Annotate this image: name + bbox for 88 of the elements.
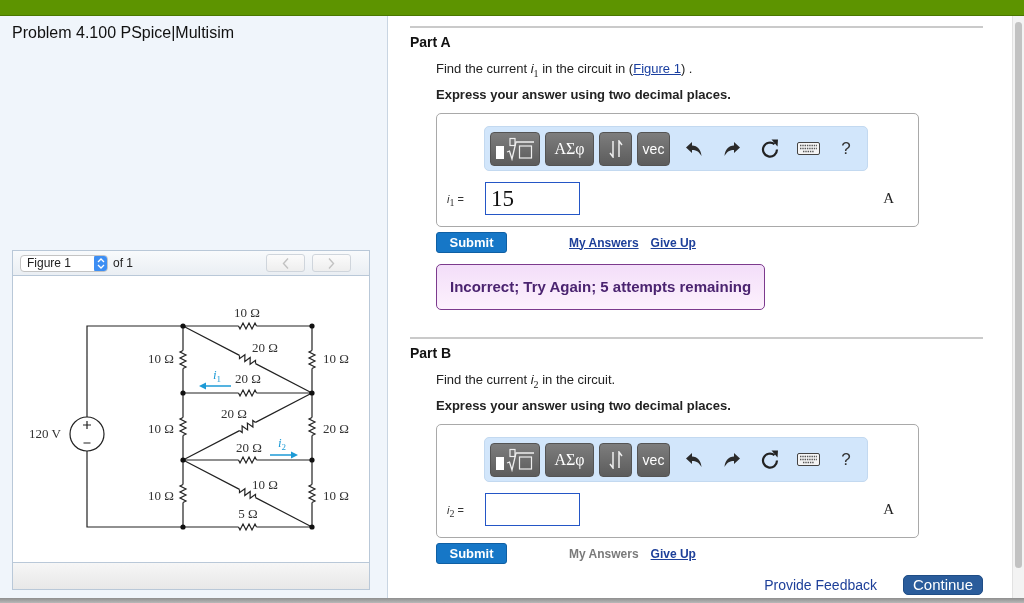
resistor-label: 10 Ω (323, 352, 349, 366)
junction-dot (180, 323, 186, 329)
question-text: Find the current i$_{2}$ in the circuit. (436, 372, 617, 388)
question-text: Find the current i$_{1}$ in the circuit in (Figure 1) . (436, 61, 694, 77)
vector-button[interactable]: vec (637, 131, 670, 166)
resistor-label: 10 Ω (148, 352, 174, 366)
stepper-icon (94, 255, 107, 271)
source-label: 120 V (29, 427, 61, 441)
reset-icon[interactable] (761, 450, 779, 469)
arrows-button[interactable] (599, 442, 632, 477)
resistor-label: 10 Ω (252, 478, 278, 492)
square-root-icon (495, 136, 535, 161)
undo-icon[interactable] (686, 141, 702, 156)
symbols-button[interactable]: ΑΣφ (545, 442, 594, 477)
resistor-symbol (178, 349, 188, 370)
scrollbar-thumb[interactable] (1015, 22, 1022, 568)
junction-dot (180, 524, 186, 530)
square-root-icon (495, 447, 535, 472)
figure-select[interactable]: Figure 1 (20, 254, 108, 272)
give-up-link[interactable]: Give Up (650, 235, 696, 250)
keyboard-icon[interactable] (796, 142, 820, 155)
resistor-symbol (178, 416, 188, 437)
arrows-button[interactable] (599, 131, 632, 166)
resistor-symbol (238, 353, 257, 366)
resistor-symbol (237, 522, 258, 532)
up-down-arrows-icon (608, 139, 623, 158)
templates-button[interactable] (490, 131, 540, 166)
resistor-label: 10 Ω (148, 422, 174, 436)
resistor-label: 10 Ω (148, 489, 174, 503)
resistor-label: 5 Ω (238, 507, 258, 521)
current-arrow (199, 382, 232, 390)
junction-dot (180, 457, 186, 463)
resistor-label: 20 Ω (235, 372, 261, 386)
resistor-label: 10 Ω (234, 306, 260, 320)
chevron-left-icon (282, 257, 289, 269)
resistor-label: 20 Ω (236, 441, 262, 455)
continue-button[interactable]: Continue (903, 575, 983, 595)
submit-button[interactable]: Submit (436, 232, 507, 253)
resistor-label: 20 Ω (221, 407, 247, 421)
part-title: Part A (410, 34, 452, 51)
symbols-button[interactable]: ΑΣφ (545, 131, 594, 166)
reset-icon[interactable] (761, 139, 779, 158)
problem-title: Problem 4.100 PSpice|Multisim (12, 24, 236, 42)
resistor-symbol (307, 349, 317, 370)
resistor-symbol (238, 487, 257, 500)
junction-dot (309, 323, 315, 329)
resistor-label: 10 Ω (323, 489, 349, 503)
instruction-text: Express your answer using two decimal places. (436, 398, 732, 414)
figure-count: of 1 (113, 256, 133, 270)
resistor-symbol (237, 388, 258, 398)
current-arrow (269, 451, 298, 459)
help-button[interactable]: ? (841, 449, 851, 470)
answer-field[interactable]: 15 (485, 182, 580, 215)
junction-dot (309, 524, 315, 530)
junction-dot (309, 390, 315, 396)
my-answers-link[interactable]: My Answers (569, 235, 639, 250)
undo-icon[interactable] (686, 452, 702, 467)
up-down-arrows-icon (608, 450, 623, 469)
resistor-symbol (178, 483, 188, 504)
current-label: i$_{2}$ (277, 435, 287, 455)
figure-link[interactable]: Figure 1 (633, 61, 681, 76)
templates-button[interactable] (490, 442, 540, 477)
instruction-text: Express your answer using two decimal places. (436, 87, 732, 103)
help-button[interactable]: ? (841, 138, 851, 159)
feedback-message: Incorrect; Try Again; 5 attempts remaining (436, 264, 766, 310)
chevron-right-icon (328, 257, 335, 269)
keyboard-icon[interactable] (796, 453, 820, 466)
resistor-label: 20 Ω (252, 341, 278, 355)
resistor-symbol (307, 483, 317, 504)
resistor-symbol (237, 321, 258, 331)
resistor-label: 20 Ω (323, 422, 349, 436)
junction-dot (309, 457, 315, 463)
give-up-link[interactable]: Give Up (650, 546, 696, 561)
provide-feedback-link[interactable]: Provide Feedback (764, 577, 877, 593)
submit-button[interactable]: Submit (436, 543, 507, 564)
unit-label: A (883, 190, 894, 207)
resistor-symbol (237, 455, 258, 465)
part-title: Part B (410, 345, 453, 362)
resistor-symbol (238, 419, 257, 434)
redo-icon[interactable] (724, 141, 740, 156)
junction-dot (180, 390, 186, 396)
answer-field[interactable] (485, 493, 580, 526)
redo-icon[interactable] (724, 452, 740, 467)
vector-button[interactable]: vec (637, 442, 670, 477)
unit-label: A (883, 501, 894, 518)
current-label: i$_{1}$ (212, 367, 222, 387)
voltage-source-symbol (69, 416, 105, 452)
resistor-symbol (307, 416, 317, 437)
